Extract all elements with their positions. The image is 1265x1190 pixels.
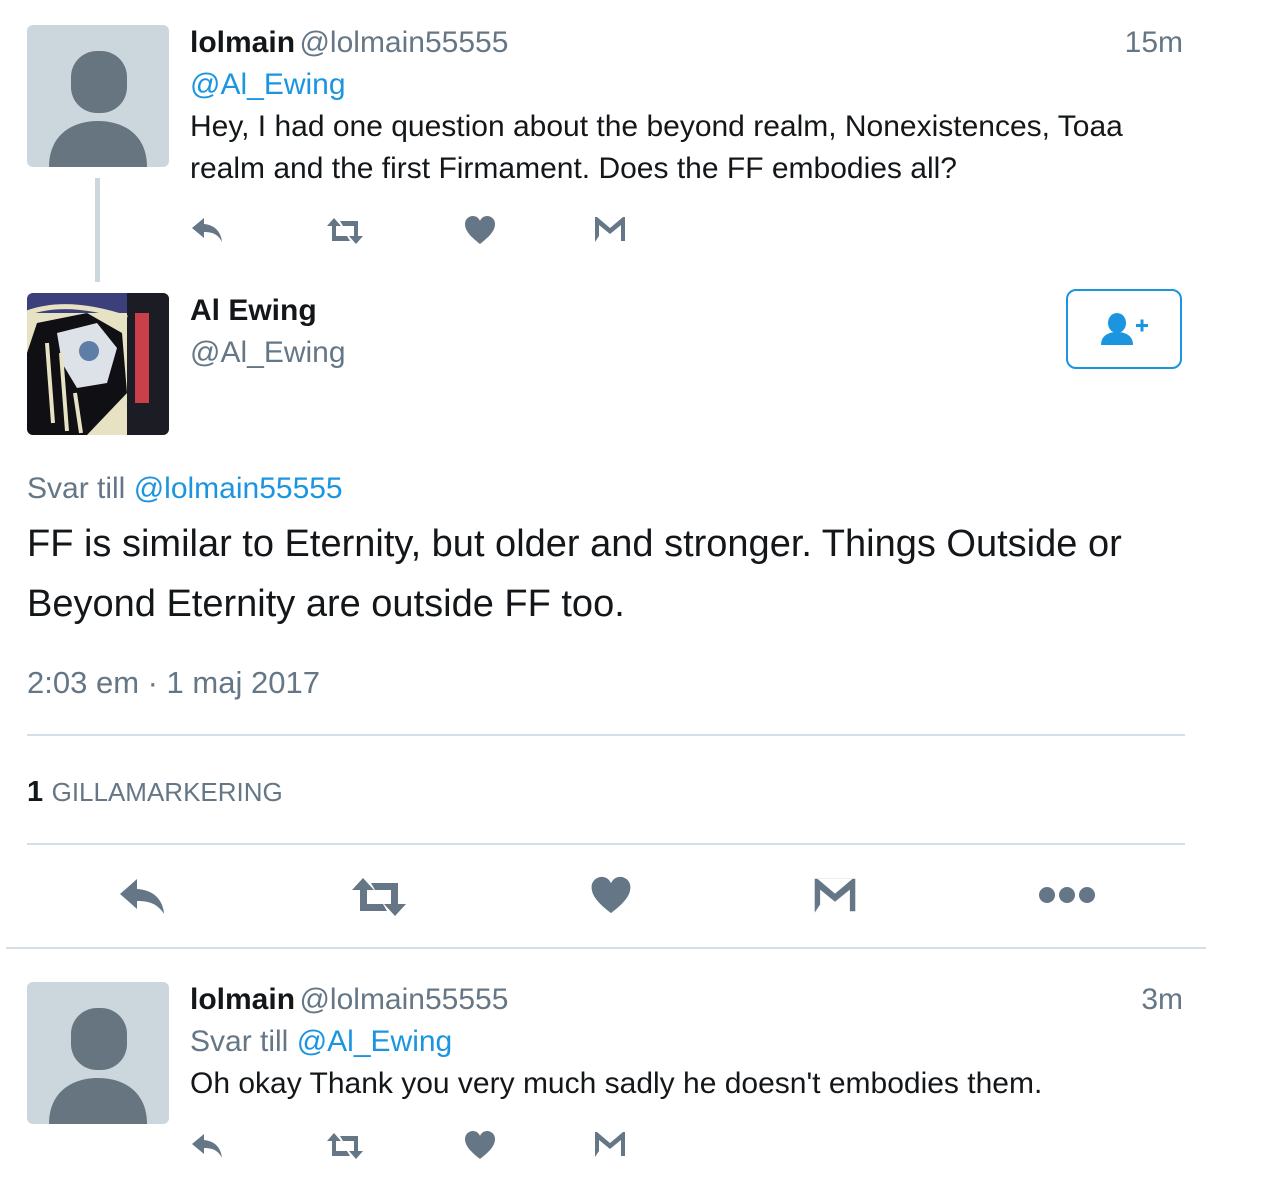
likes-label: GILLAMARKERING xyxy=(51,777,283,807)
author-name[interactable]: Al Ewing xyxy=(190,292,317,330)
author-handle[interactable]: @Al_Ewing xyxy=(190,334,346,372)
follow-button[interactable] xyxy=(1066,289,1182,369)
tweet-time[interactable]: 15m xyxy=(1125,24,1183,62)
follow-user-icon xyxy=(1101,313,1148,345)
more-icon[interactable] xyxy=(1038,884,1096,906)
reply-prefix: Svar till xyxy=(27,472,126,505)
divider xyxy=(6,947,1206,949)
reply-icon[interactable] xyxy=(118,876,168,916)
avatar[interactable] xyxy=(27,25,169,167)
avatar[interactable] xyxy=(27,293,169,435)
message-icon[interactable] xyxy=(593,214,627,244)
retweet-icon[interactable] xyxy=(325,216,365,246)
retweet-icon[interactable] xyxy=(325,1131,365,1161)
message-icon[interactable] xyxy=(593,1129,627,1159)
reply-to-link[interactable]: @lolmain55555 xyxy=(134,472,343,505)
tweet-text-line: Oh okay Thank you very much sadly he doe… xyxy=(190,1067,1043,1100)
tweet-time[interactable]: 3m xyxy=(1141,981,1183,1019)
reply-prefix: Svar till xyxy=(190,1025,289,1058)
like-icon[interactable] xyxy=(589,874,633,916)
tweet-text-line: realm and the first Firmament. Does the … xyxy=(190,152,957,185)
author-name[interactable]: lolmain xyxy=(190,26,295,59)
retweet-icon[interactable] xyxy=(350,876,408,918)
divider xyxy=(27,734,1185,736)
like-icon[interactable] xyxy=(463,1129,497,1161)
avatar[interactable] xyxy=(27,982,169,1124)
comic-avatar-image xyxy=(27,293,169,435)
reply-icon[interactable] xyxy=(190,1130,226,1162)
default-avatar-icon xyxy=(49,51,147,167)
tweet-text-line: Hey, I had one question about the beyond… xyxy=(190,110,1123,143)
default-avatar-icon xyxy=(49,1008,147,1124)
tweet-timestamp[interactable]: 2:03 em · 1 maj 2017 xyxy=(27,662,320,704)
message-icon[interactable] xyxy=(812,874,858,916)
tweet-text-line: Beyond Eternity are outside FF too. xyxy=(27,583,625,625)
mention-link[interactable]: @Al_Ewing xyxy=(190,64,346,106)
like-icon[interactable] xyxy=(463,214,497,246)
likes-stat[interactable]: 1 GILLAMARKERING xyxy=(27,774,283,815)
author-handle[interactable]: @lolmain55555 xyxy=(299,983,508,1016)
reply-to-link[interactable]: @Al_Ewing xyxy=(297,1025,453,1058)
author-name[interactable]: lolmain xyxy=(190,983,295,1016)
tweet-text-line: FF is similar to Eternity, but older and… xyxy=(27,523,1122,565)
thread-connector xyxy=(95,178,100,282)
divider xyxy=(27,843,1185,845)
likes-count: 1 xyxy=(27,776,44,808)
reply-icon[interactable] xyxy=(190,214,226,246)
author-handle[interactable]: @lolmain55555 xyxy=(299,26,508,59)
